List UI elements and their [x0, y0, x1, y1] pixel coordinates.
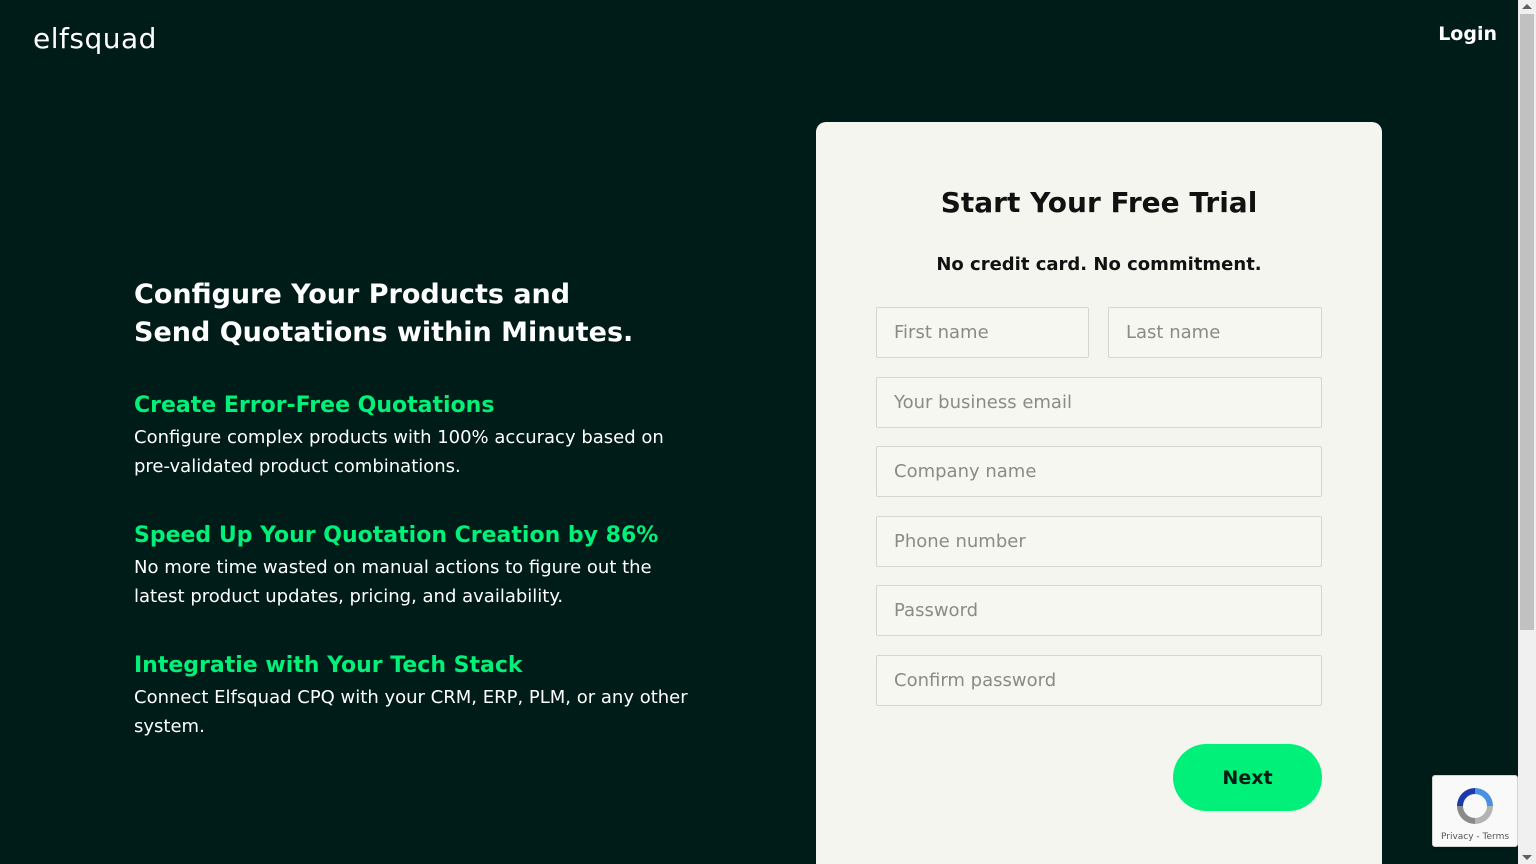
hero-section: Configure Your Products and Send Quotati…: [134, 276, 694, 737]
form-title: Start Your Free Trial: [940, 186, 1258, 219]
phone-number-input[interactable]: [876, 516, 1322, 567]
form-subtitle: No credit card. No commitment.: [936, 254, 1262, 275]
feature-text: No more time wasted on manual actions to…: [134, 557, 652, 607]
page: elfsquad Login Configure Your Products a…: [0, 0, 1536, 864]
scroll-thumb[interactable]: [1520, 14, 1534, 630]
login-link[interactable]: Login: [1438, 23, 1497, 45]
business-email-input[interactable]: [876, 377, 1322, 428]
confirm-password-input[interactable]: [876, 655, 1322, 706]
feature-speed-up: Speed Up Your Quotation Creation by 86% …: [134, 521, 694, 611]
first-name-input[interactable]: [876, 307, 1089, 358]
hero-headline: Configure Your Products and Send Quotati…: [134, 279, 634, 348]
recaptcha-badge[interactable]: Privacy - Terms: [1432, 775, 1518, 847]
scroll-up-arrow-icon[interactable]: [1522, 4, 1532, 9]
feature-error-free: Create Error-Free Quotations Configure c…: [134, 391, 694, 481]
elfsquad-logo[interactable]: elfsquad: [33, 22, 157, 55]
feature-text: Connect Elfsquad CPQ with your CRM, ERP,…: [134, 687, 688, 737]
signup-card: Start Your Free Trial No credit card. No…: [816, 122, 1382, 864]
feature-integration: Integratie with Your Tech Stack Connect …: [134, 651, 694, 741]
company-name-input[interactable]: [876, 446, 1322, 497]
password-input[interactable]: [876, 585, 1322, 636]
feature-title: Integratie with Your Tech Stack: [134, 653, 523, 678]
recaptcha-icon: [1457, 788, 1493, 824]
feature-title: Create Error-Free Quotations: [134, 393, 495, 418]
last-name-input[interactable]: [1108, 307, 1322, 358]
page-scrollbar[interactable]: [1518, 0, 1536, 864]
feature-text: Configure complex products with 100% acc…: [134, 427, 664, 477]
scroll-down-arrow-icon[interactable]: [1522, 855, 1532, 860]
feature-title: Speed Up Your Quotation Creation by 86%: [134, 523, 659, 548]
next-button[interactable]: Next: [1173, 744, 1322, 811]
recaptcha-links[interactable]: Privacy - Terms: [1433, 832, 1517, 842]
